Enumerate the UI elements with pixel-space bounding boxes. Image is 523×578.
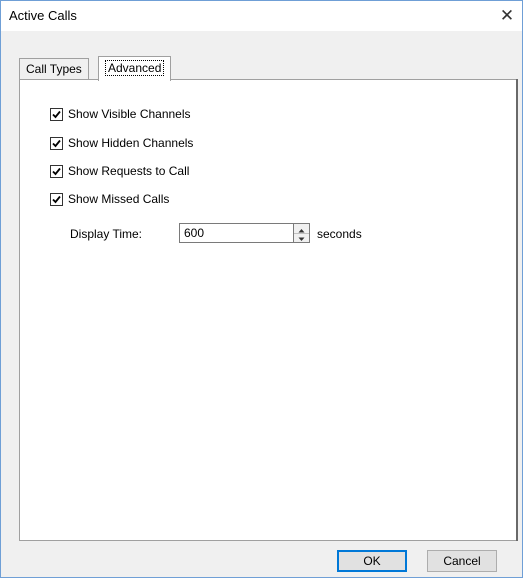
- show-missed-calls-checkbox[interactable]: Show Missed Calls: [50, 191, 169, 207]
- display-time-input[interactable]: [179, 223, 294, 243]
- show-requests-to-call-label: Show Requests to Call: [68, 164, 190, 178]
- title-bar: Active Calls ✕: [1, 1, 522, 31]
- display-time-spinner: [294, 223, 310, 243]
- tab-advanced[interactable]: Advanced: [98, 56, 172, 81]
- checkmark-icon: [50, 136, 63, 150]
- advanced-tab-panel: Show Visible Channels Show Hidden Channe…: [19, 79, 518, 541]
- panel-edge: [516, 79, 518, 541]
- display-time-units: seconds: [317, 227, 362, 241]
- spin-down-button[interactable]: [294, 233, 309, 242]
- tab-advanced-label: Advanced: [105, 60, 165, 76]
- show-requests-to-call-checkbox[interactable]: Show Requests to Call: [50, 163, 189, 179]
- display-time-label: Display Time:: [70, 227, 143, 241]
- checkmark-icon: [50, 164, 63, 178]
- show-visible-channels-checkbox[interactable]: Show Visible Channels: [50, 106, 191, 122]
- close-button[interactable]: ✕: [492, 1, 522, 31]
- checkmark-icon: [50, 192, 63, 206]
- dialog-window: Active Calls ✕ Call Types Advanced Show …: [0, 0, 523, 578]
- show-visible-channels-label: Show Visible Channels: [68, 107, 191, 121]
- cancel-button[interactable]: Cancel: [427, 550, 497, 572]
- spin-down-arrow-icon: [298, 237, 305, 241]
- tab-call-types-label: Call Types: [26, 62, 82, 76]
- close-icon: ✕: [499, 6, 515, 25]
- display-time-row: Display Time: seconds: [70, 223, 470, 245]
- ok-button[interactable]: OK: [337, 550, 407, 572]
- window-title: Active Calls: [9, 8, 77, 23]
- show-hidden-channels-label: Show Hidden Channels: [68, 136, 194, 150]
- show-missed-calls-label: Show Missed Calls: [68, 192, 170, 206]
- tab-call-types[interactable]: Call Types: [19, 58, 89, 79]
- show-hidden-channels-checkbox[interactable]: Show Hidden Channels: [50, 135, 193, 151]
- checkmark-icon: [50, 107, 63, 121]
